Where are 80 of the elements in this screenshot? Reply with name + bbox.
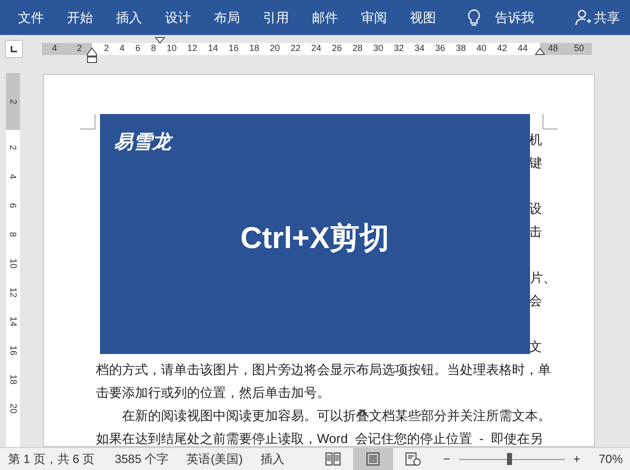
- tab-stop-selector[interactable]: [5, 40, 23, 58]
- ruler-number: 2: [8, 145, 18, 150]
- word-count: 3585 个字: [114, 451, 169, 468]
- margin-mark: [542, 114, 558, 130]
- web-page-icon: [404, 452, 421, 466]
- ruler-number: 16: [8, 346, 18, 356]
- ruler-number: 12: [8, 288, 18, 298]
- ribbon-tab[interactable]: 引用: [253, 8, 302, 28]
- ruler-number: 30: [373, 42, 384, 56]
- ruler-number: 10: [166, 42, 177, 56]
- ruler-number: 20: [270, 42, 280, 56]
- paragraph-line: 档的方式，请单击该图片，图片旁边将会显示布局选项按钮。当处理表格时，单: [96, 360, 551, 379]
- ruler-number: 2: [8, 99, 20, 104]
- indent-marker[interactable]: [535, 47, 545, 55]
- ruler-number: 4: [8, 174, 18, 179]
- text-fragment: 击: [529, 222, 542, 241]
- ruler-number: 8: [150, 42, 156, 56]
- paragraph-line: 如果在达到结尾处之前需要停止读取，Word 会记住您的停止位置 - 即使在另: [96, 430, 543, 446]
- mode-label: 插入: [260, 451, 285, 468]
- share-button[interactable]: 共享: [575, 8, 620, 28]
- ruler-number: 40: [476, 42, 486, 56]
- ruler-number: 14: [8, 316, 18, 326]
- ribbon-tab[interactable]: 邮件: [302, 8, 351, 28]
- ruler-number: 26: [332, 42, 342, 56]
- tab-stop-icon: [10, 45, 18, 53]
- zoom-in-button[interactable]: +: [570, 450, 583, 468]
- banner-title: Ctrl+X剪切: [240, 220, 390, 256]
- text-fragment: 机: [529, 130, 542, 149]
- paragraph-line: 击要添加行或列的位置，然后单击加号。: [96, 384, 330, 402]
- text-fragment: 文: [529, 338, 542, 356]
- ruler-number: 6: [8, 203, 18, 208]
- language-label: 英语(美国): [186, 451, 243, 468]
- ruler-number: 44: [518, 42, 528, 56]
- ruler-number: 16: [228, 42, 239, 56]
- logo-text: 易雪龙: [114, 131, 171, 155]
- ruler-number: 24: [311, 42, 322, 56]
- ruler-number: 6: [135, 42, 140, 56]
- person-add-icon: [575, 9, 592, 26]
- margin-mark: [80, 114, 96, 130]
- ruler-number: 32: [394, 42, 404, 56]
- ribbon-tab[interactable]: 审阅: [351, 8, 400, 28]
- ruler-number: 38: [456, 42, 466, 56]
- paragraph-line: 在新的阅读视图中阅读更加容易。可以折叠文档某些部分并关注所需文本。: [122, 406, 551, 425]
- ruler-number: 4: [52, 42, 57, 56]
- text-fragment: 会: [529, 292, 542, 310]
- page-count: 第 1 页，共 6 页: [8, 451, 95, 468]
- text-fragment: 片、: [530, 268, 556, 287]
- ruler-number: 42: [497, 42, 508, 56]
- ruler-number: 14: [208, 42, 218, 56]
- book-icon: [324, 452, 341, 466]
- ruler-number: 34: [414, 42, 425, 56]
- ruler-number: 22: [290, 42, 301, 56]
- ruler-number: 4: [120, 42, 125, 56]
- ruler-number: 2: [76, 42, 82, 56]
- ruler-number: 28: [352, 42, 363, 56]
- zoom-slider[interactable]: [458, 453, 565, 465]
- ruler-number: 2: [104, 42, 110, 56]
- ruler-number: 8: [8, 232, 18, 237]
- ribbon-tab[interactable]: 设计: [155, 8, 204, 28]
- ruler-number: 50: [574, 42, 584, 56]
- ruler-number: 20: [8, 404, 18, 414]
- ruler-number: 48: [548, 42, 558, 56]
- text-fragment: 设: [529, 200, 542, 218]
- zoom-out-button[interactable]: −: [440, 450, 453, 468]
- ribbon-tab[interactable]: 开始: [57, 8, 106, 28]
- text-fragment: 键: [529, 154, 542, 172]
- ruler-number: 18: [8, 374, 18, 384]
- ruler-number: 12: [187, 42, 198, 56]
- ruler-number: 18: [249, 42, 260, 56]
- ribbon-tab[interactable]: 插入: [106, 8, 155, 28]
- zoom-percent: 70%: [598, 451, 623, 468]
- ribbon-tab[interactable]: 视图: [400, 8, 449, 28]
- ribbon-tab[interactable]: 文件: [8, 8, 57, 28]
- ruler-number: 36: [435, 42, 446, 56]
- view-button[interactable]: [352, 448, 393, 470]
- page-icon: [366, 452, 380, 466]
- tell-me-button[interactable]: 告诉我: [495, 8, 534, 28]
- ruler-number: 10: [8, 258, 18, 268]
- ribbon-tab[interactable]: 布局: [204, 8, 253, 28]
- lightbulb-icon: [467, 8, 481, 26]
